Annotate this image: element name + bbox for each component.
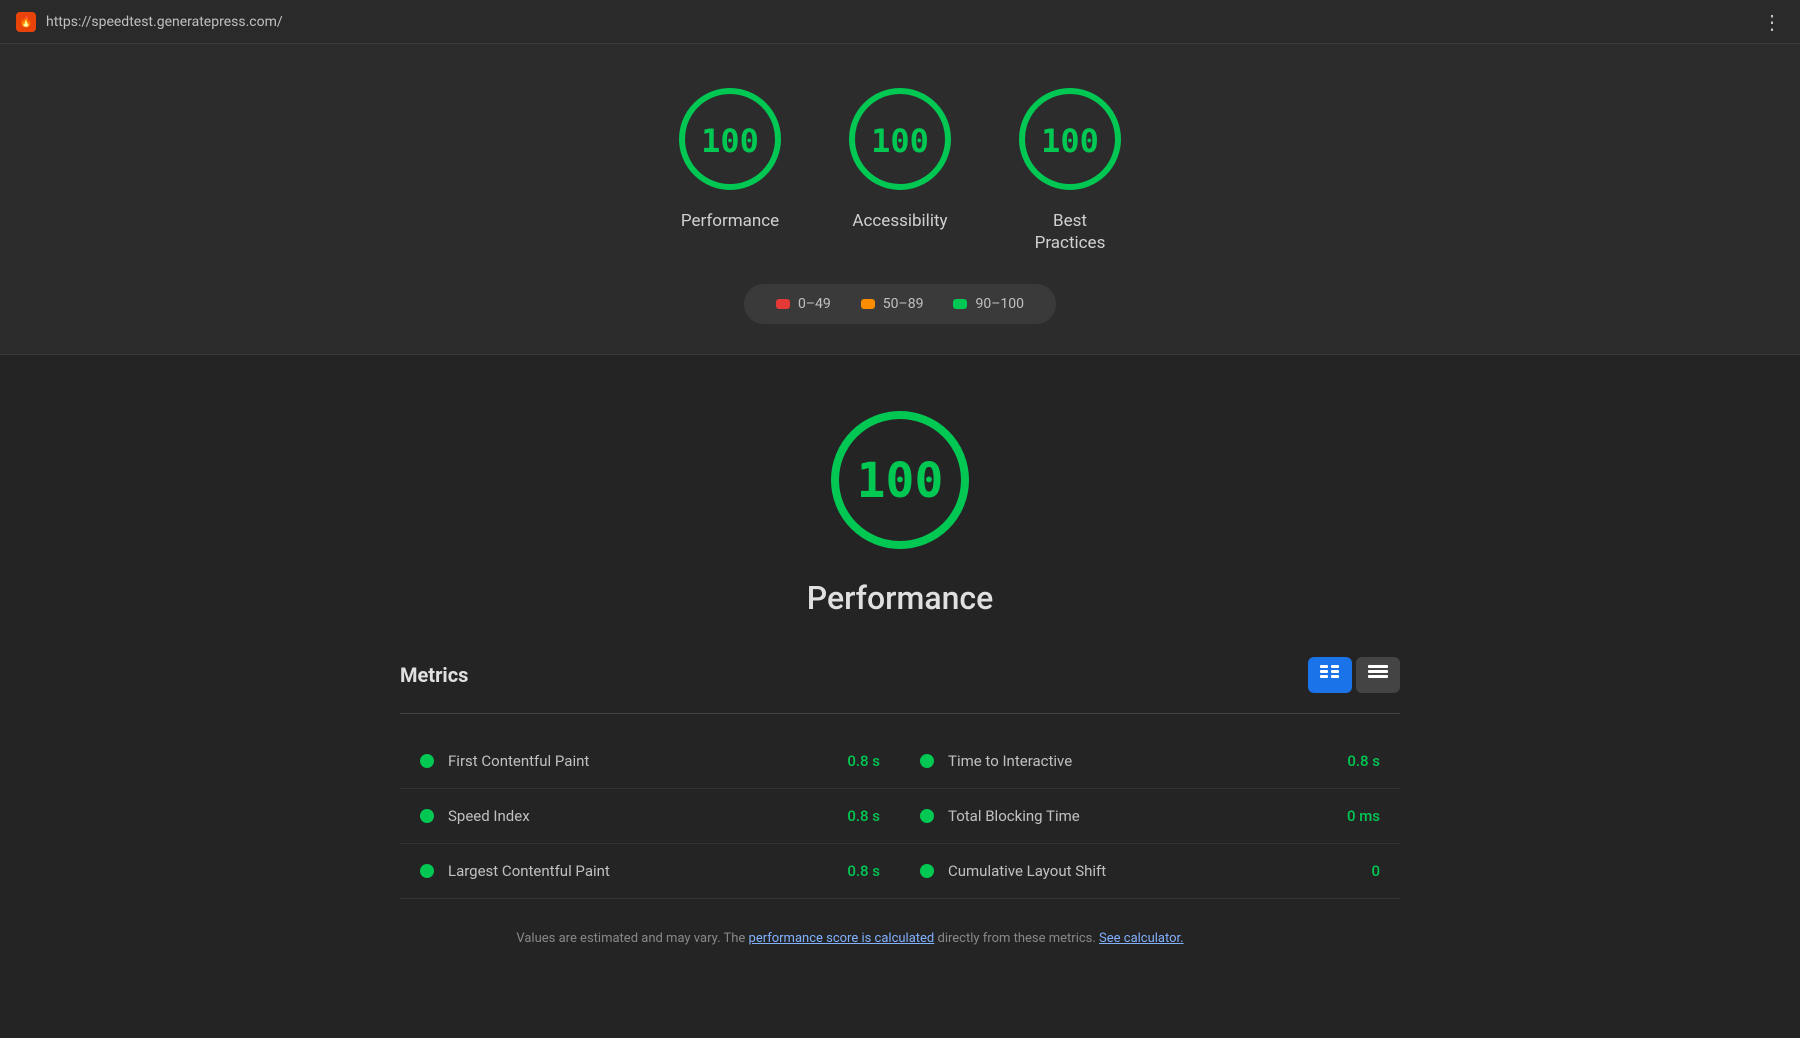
metric-value-fcp: 0.8 s xyxy=(847,752,880,770)
best-practices-label: BestPractices xyxy=(1035,210,1106,254)
metric-name-tbt: Total Blocking Time xyxy=(948,807,1333,825)
metric-row-fcp: First Contentful Paint 0.8 s xyxy=(400,734,900,789)
metric-name-si: Speed Index xyxy=(448,807,833,825)
detail-section-title: Performance xyxy=(807,579,993,617)
calculator-link[interactable]: See calculator. xyxy=(1099,931,1184,946)
accessibility-label: Accessibility xyxy=(852,210,947,232)
metric-value-tti: 0.8 s xyxy=(1347,752,1380,770)
footer-note-text: Values are estimated and may vary. The xyxy=(516,931,748,946)
metric-name-tti: Time to Interactive xyxy=(948,752,1333,770)
url-bar[interactable]: https://speedtest.generatepress.com/ xyxy=(46,14,283,30)
metric-value-cls: 0 xyxy=(1371,862,1380,880)
view-toggle xyxy=(1308,657,1400,693)
svg-text:100: 100 xyxy=(857,453,944,509)
svg-text:100: 100 xyxy=(701,122,759,160)
metric-name-lcp: Largest Contentful Paint xyxy=(448,862,833,880)
metrics-divider xyxy=(400,713,1400,714)
scores-row: 100 Performance 100 Accessibility 100 xyxy=(675,84,1125,254)
big-performance-circle: 100 xyxy=(825,405,975,555)
metric-value-tbt: 0 ms xyxy=(1347,807,1380,825)
main-content: 100 Performance 100 Accessibility 100 xyxy=(0,44,1800,1038)
metric-value-lcp: 0.8 s xyxy=(847,862,880,880)
metric-row-tbt: Total Blocking Time 0 ms xyxy=(900,789,1400,844)
favicon: 🔥 xyxy=(16,12,36,32)
metric-row-lcp: Largest Contentful Paint 0.8 s xyxy=(400,844,900,899)
legend-dot-orange xyxy=(861,299,875,309)
legend-item-fail: 0–49 xyxy=(776,296,831,312)
metrics-title: Metrics xyxy=(400,663,468,687)
legend-item-pass: 90–100 xyxy=(953,296,1024,312)
metric-dot-cls xyxy=(920,864,934,878)
metric-row-si: Speed Index 0.8 s xyxy=(400,789,900,844)
top-scores-section: 100 Performance 100 Accessibility 100 xyxy=(0,44,1800,355)
metric-row-cls: Cumulative Layout Shift 0 xyxy=(900,844,1400,899)
accessibility-circle-svg: 100 xyxy=(845,84,955,194)
browser-bar: 🔥 https://speedtest.generatepress.com/ ⋮ xyxy=(0,0,1800,44)
score-item-performance: 100 Performance xyxy=(675,84,785,232)
metric-dot-lcp xyxy=(420,864,434,878)
score-item-accessibility: 100 Accessibility xyxy=(845,84,955,232)
metric-name-fcp: First Contentful Paint xyxy=(448,752,833,770)
metric-dot-tbt xyxy=(920,809,934,823)
browser-menu-button[interactable]: ⋮ xyxy=(1762,10,1784,34)
svg-text:100: 100 xyxy=(871,122,929,160)
metrics-grid: First Contentful Paint 0.8 s Time to Int… xyxy=(400,734,1400,899)
metric-name-cls: Cumulative Layout Shift xyxy=(948,862,1357,880)
metric-row-tti: Time to Interactive 0.8 s xyxy=(900,734,1400,789)
metrics-header: Metrics xyxy=(400,657,1400,693)
metrics-container: Metrics xyxy=(400,657,1400,949)
metric-dot-fcp xyxy=(420,754,434,768)
footer-middle-text: directly from these metrics. xyxy=(934,931,1099,946)
legend-range-pass: 90–100 xyxy=(975,296,1024,312)
metric-dot-si xyxy=(420,809,434,823)
detail-section: 100 Performance Metrics xyxy=(0,355,1800,989)
metric-dot-tti xyxy=(920,754,934,768)
legend-dot-green xyxy=(953,299,967,309)
score-item-best-practices: 100 BestPractices xyxy=(1015,84,1125,254)
metric-value-si: 0.8 s xyxy=(847,807,880,825)
performance-label: Performance xyxy=(681,210,779,232)
legend-dot-red xyxy=(776,299,790,309)
performance-circle-svg: 100 xyxy=(675,84,785,194)
legend-item-average: 50–89 xyxy=(861,296,924,312)
grid-view-icon xyxy=(1320,665,1340,686)
list-view-button[interactable] xyxy=(1356,657,1400,693)
legend-range-fail: 0–49 xyxy=(798,296,831,312)
footer-note: Values are estimated and may vary. The p… xyxy=(400,929,1300,949)
best-practices-circle-svg: 100 xyxy=(1015,84,1125,194)
grid-view-button[interactable] xyxy=(1308,657,1352,693)
legend-range-average: 50–89 xyxy=(883,296,924,312)
legend: 0–49 50–89 90–100 xyxy=(744,284,1056,324)
list-view-icon xyxy=(1368,665,1388,686)
svg-text:100: 100 xyxy=(1041,122,1099,160)
performance-score-link[interactable]: performance score is calculated xyxy=(749,931,935,946)
